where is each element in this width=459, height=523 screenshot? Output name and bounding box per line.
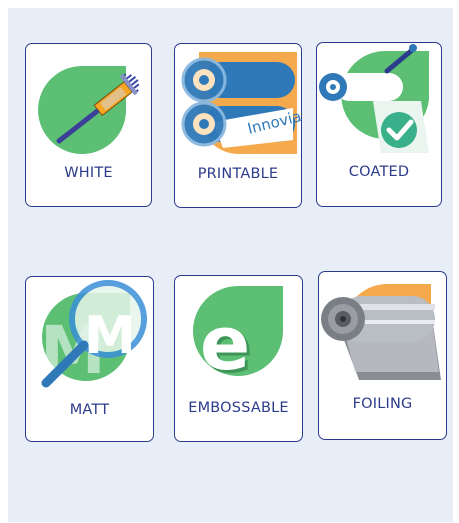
coating-roller-check-icon [319, 44, 429, 153]
card-label: WHITE [64, 165, 113, 181]
card-foiling[interactable]: FOILING [318, 271, 447, 440]
card-label: COATED [348, 164, 410, 180]
card-label: MATT [69, 402, 110, 418]
foil-roll-icon [321, 284, 441, 380]
card-matt[interactable]: M M MATT [25, 276, 154, 442]
card-embossable[interactable]: e e EMBOSSABLE [174, 275, 303, 442]
card-label: EMBOSSABLE [188, 400, 289, 416]
card-white[interactable]: WHITE [25, 43, 152, 207]
card-printable[interactable]: Innovia PRINTABLE [174, 43, 302, 208]
printing-rolls-icon: Innovia [181, 52, 301, 154]
svg-text:M: M [84, 306, 136, 366]
svg-text:e: e [200, 301, 250, 387]
card-coated[interactable]: COATED [316, 42, 442, 207]
card-label: PRINTABLE [197, 166, 279, 182]
embossed-e-icon: e e [193, 286, 284, 390]
paintbrush-icon [38, 66, 140, 154]
card-label: FOILING [352, 396, 413, 412]
